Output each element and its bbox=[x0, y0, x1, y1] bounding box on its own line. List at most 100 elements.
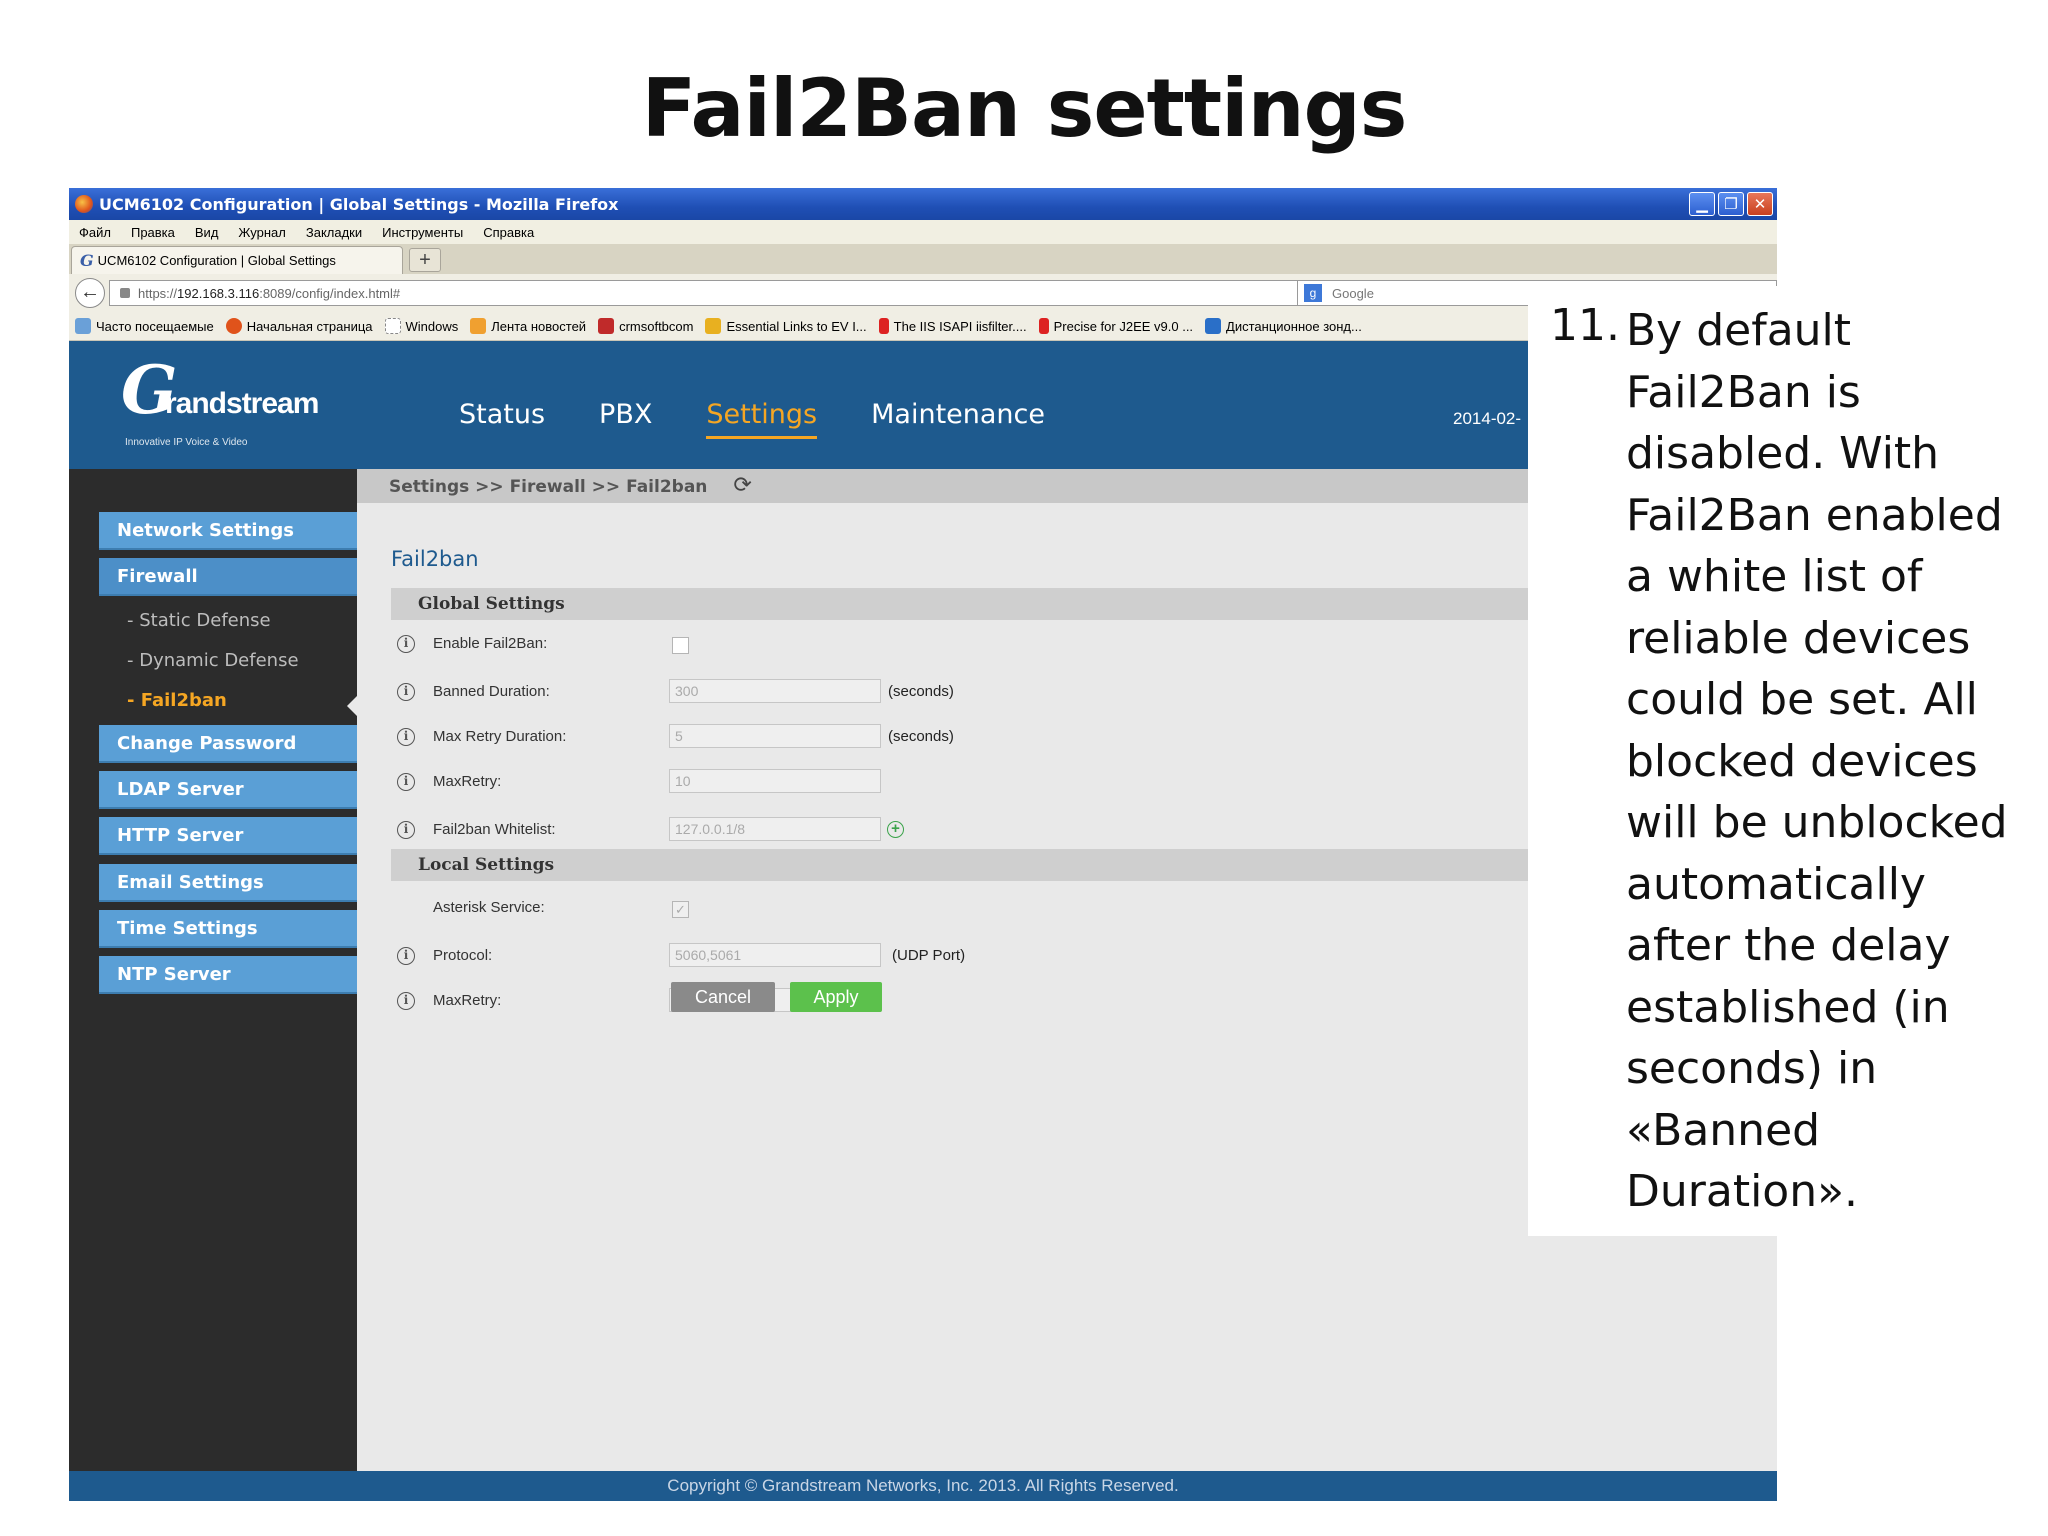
most-visited-icon bbox=[75, 318, 91, 334]
menu-help[interactable]: Справка bbox=[483, 225, 534, 240]
nav-pbx[interactable]: PBX bbox=[599, 399, 652, 439]
minimize-icon[interactable]: ▁ bbox=[1689, 192, 1715, 216]
menu-bookmarks[interactable]: Закладки bbox=[306, 225, 362, 240]
info-icon[interactable]: i bbox=[397, 683, 415, 701]
sidebar-item-dynamic-defense[interactable]: - Dynamic Defense bbox=[127, 650, 299, 671]
close-icon[interactable]: ✕ bbox=[1747, 192, 1773, 216]
sidebar-item-email-settings[interactable]: Email Settings bbox=[99, 864, 357, 902]
sidebar-item-time-settings[interactable]: Time Settings bbox=[99, 910, 357, 948]
info-icon[interactable]: i bbox=[397, 947, 415, 965]
nav-status[interactable]: Status bbox=[459, 399, 545, 439]
max-retry-duration-unit: (seconds) bbox=[888, 728, 954, 745]
enable-fail2ban-label: Enable Fail2Ban: bbox=[433, 635, 548, 652]
sidebar: Network Settings Firewall - Static Defen… bbox=[69, 469, 358, 1471]
browser-screenshot: UCM6102 Configuration | Global Settings … bbox=[69, 188, 1777, 1501]
add-icon[interactable]: + bbox=[887, 821, 904, 838]
lock-icon bbox=[120, 288, 130, 298]
bookmark-label: crmsoftbcom bbox=[619, 318, 694, 334]
date-display: 2014-02- bbox=[1453, 409, 1522, 428]
url-prefix: https:// bbox=[138, 285, 178, 301]
sidebar-item-firewall[interactable]: Firewall bbox=[99, 558, 357, 596]
nav-settings[interactable]: Settings bbox=[706, 399, 818, 439]
url-bar[interactable]: https://192.168.3.116:8089/config/index.… bbox=[109, 280, 1357, 306]
back-arrow-icon[interactable]: ← bbox=[75, 278, 105, 308]
bookmark-label: Часто посещаемые bbox=[96, 318, 214, 334]
note-text: By default Fail2Ban is disabled. With Fa… bbox=[1626, 305, 2008, 1217]
grandstream-favicon-icon: G bbox=[80, 251, 94, 270]
protocol-field[interactable]: 5060,5061 bbox=[669, 943, 881, 967]
whitelist-field[interactable]: 127.0.0.1/8 bbox=[669, 817, 881, 841]
slide-title: Fail2Ban settings bbox=[641, 62, 1408, 155]
page-title: Fail2ban bbox=[391, 547, 479, 571]
bookmarks-toolbar: Часто посещаемые Начальная страница Wind… bbox=[69, 312, 1777, 341]
bookmark-label: Начальная страница bbox=[246, 318, 373, 334]
sidebar-item-ldap-server[interactable]: LDAP Server bbox=[99, 771, 357, 809]
sidebar-item-static-defense[interactable]: - Static Defense bbox=[127, 610, 271, 631]
logo-tagline: Innovative IP Voice & Video bbox=[125, 437, 248, 448]
restore-icon[interactable]: ❐ bbox=[1718, 192, 1744, 216]
bookmark-label: Дистанционное зонд... bbox=[1226, 318, 1362, 334]
new-tab-button[interactable]: + bbox=[409, 248, 441, 272]
bookmark-label: Лента новостей bbox=[491, 318, 587, 334]
bookmark-item[interactable]: Лента новостей bbox=[470, 318, 586, 334]
firefox-icon bbox=[75, 195, 93, 213]
url-host: 192.168.3.116 bbox=[177, 285, 260, 301]
sidebar-item-http-server[interactable]: HTTP Server bbox=[99, 817, 357, 855]
tab-label: UCM6102 Configuration | Global Settings bbox=[97, 253, 336, 268]
max-retry-duration-label: Max Retry Duration: bbox=[433, 728, 567, 745]
local-maxretry-label: MaxRetry: bbox=[433, 992, 502, 1009]
sidebar-item-change-password[interactable]: Change Password bbox=[99, 725, 357, 763]
bookmark-item[interactable]: Начальная страница bbox=[225, 318, 373, 334]
bookmark-label: Windows bbox=[405, 318, 459, 334]
info-icon[interactable]: i bbox=[397, 728, 415, 746]
enable-fail2ban-checkbox[interactable] bbox=[672, 637, 689, 654]
cube-icon bbox=[598, 318, 615, 334]
app-footer: Copyright © Grandstream Networks, Inc. 2… bbox=[69, 1471, 1777, 1501]
banned-duration-field[interactable]: 300 bbox=[669, 679, 881, 703]
sidebar-item-ntp-server[interactable]: NTP Server bbox=[99, 956, 357, 994]
banned-duration-label: Banned Duration: bbox=[433, 683, 550, 700]
bookmark-label: The IIS ISAPI iisfilter.... bbox=[893, 318, 1027, 334]
menu-view[interactable]: Вид bbox=[195, 225, 219, 240]
maxretry-field[interactable]: 10 bbox=[669, 769, 881, 793]
banned-duration-unit: (seconds) bbox=[888, 683, 954, 700]
browser-tab[interactable]: G UCM6102 Configuration | Global Setting… bbox=[71, 246, 403, 274]
bookmark-label: Precise for J2EE v9.0 ... bbox=[1053, 318, 1194, 334]
apply-button[interactable]: Apply bbox=[790, 982, 882, 1012]
cancel-button[interactable]: Cancel bbox=[671, 982, 775, 1012]
logo-word: randstream bbox=[165, 387, 319, 420]
menu-edit[interactable]: Правка bbox=[131, 225, 175, 240]
asterisk-service-label: Asterisk Service: bbox=[433, 899, 545, 916]
bookmark-item[interactable]: Часто посещаемые bbox=[75, 318, 214, 334]
bookmark-item[interactable]: Precise for J2EE v9.0 ... bbox=[1038, 318, 1194, 334]
flag-icon bbox=[1038, 318, 1049, 334]
whitelist-label: Fail2ban Whitelist: bbox=[433, 821, 556, 838]
menu-history[interactable]: Журнал bbox=[238, 225, 285, 240]
info-icon[interactable]: i bbox=[397, 773, 415, 791]
firefox-icon bbox=[225, 318, 242, 334]
page-icon bbox=[1205, 318, 1222, 334]
window-title: UCM6102 Configuration | Global Settings … bbox=[99, 194, 619, 214]
sidebar-item-network-settings[interactable]: Network Settings bbox=[99, 512, 357, 550]
menu-file[interactable]: Файл bbox=[79, 225, 111, 240]
refresh-icon[interactable]: ⟳ bbox=[733, 473, 751, 498]
menu-tools[interactable]: Инструменты bbox=[382, 225, 463, 240]
info-icon[interactable]: i bbox=[397, 992, 415, 1010]
grandstream-logo: G randstream Innovative IP Voice & Video bbox=[121, 357, 319, 448]
bookmark-item[interactable]: The IIS ISAPI iisfilter.... bbox=[878, 318, 1027, 334]
google-search-icon: g bbox=[1304, 284, 1322, 302]
max-retry-duration-field[interactable]: 5 bbox=[669, 724, 881, 748]
protocol-label: Protocol: bbox=[433, 947, 493, 964]
bookmark-item[interactable]: crmsoftbcom bbox=[598, 318, 693, 334]
nav-maintenance[interactable]: Maintenance bbox=[871, 399, 1045, 439]
tab-bar: G UCM6102 Configuration | Global Setting… bbox=[69, 244, 1777, 274]
sidebar-item-fail2ban[interactable]: - Fail2ban bbox=[127, 690, 227, 711]
bookmark-label: Essential Links to EV I... bbox=[726, 318, 867, 334]
info-icon[interactable]: i bbox=[397, 821, 415, 839]
asterisk-service-checkbox[interactable]: ✓ bbox=[672, 901, 689, 918]
bookmark-item[interactable]: Essential Links to EV I... bbox=[705, 318, 867, 334]
protocol-unit: (UDP Port) bbox=[892, 947, 966, 964]
bookmark-item[interactable]: Дистанционное зонд... bbox=[1205, 318, 1362, 334]
bookmark-item[interactable]: Windows bbox=[384, 318, 459, 334]
info-icon[interactable]: i bbox=[397, 635, 415, 653]
